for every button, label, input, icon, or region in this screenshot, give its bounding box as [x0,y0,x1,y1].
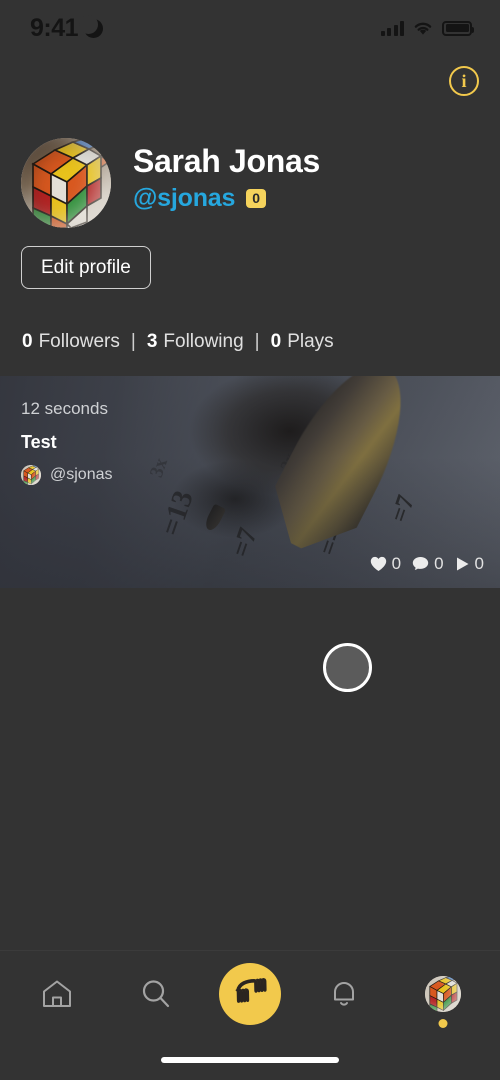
bottom-navigation [0,950,500,1036]
status-bar-left: 9:41 [30,13,104,42]
comment-count: 0 [434,554,444,573]
following-count: 3 [146,331,158,352]
author-avatar-rubiks-cube [21,465,41,485]
stat-followers[interactable]: 0 Followers [22,331,120,353]
profile-handle[interactable]: @sjonas [133,184,235,213]
plays-label: Plays [287,331,334,352]
info-circle-icon[interactable]: i [449,66,479,96]
post-author[interactable]: @sjonas [21,465,113,485]
play-count: 0 [474,554,484,573]
status-badge: 0 [246,189,266,209]
plays-count: 0 [270,331,282,352]
profile-stats: 0 Followers | 3 Following | 0 Plays [22,331,334,353]
followers-label: Followers [38,331,120,352]
user-avatar-rubiks-cube [21,138,111,228]
heart-icon [370,556,387,572]
cellular-signal-icon [380,20,404,36]
post-card[interactable]: =13 =7 =-10 =7 3x 2x 5x 12 seconds Test [0,376,500,588]
post-info: 12 seconds Test @sjonas [21,399,113,485]
nav-item-profile[interactable] [407,958,479,1030]
post-duration: 12 seconds [21,399,108,418]
comment-bubble-icon [412,556,429,572]
handle-row: @sjonas 0 [133,184,320,213]
like-metric[interactable]: 0 [370,554,401,574]
following-label: Following [163,331,244,352]
like-count: 0 [391,554,402,573]
stats-separator-1: | [130,331,136,352]
nav-item-notifications[interactable] [308,958,380,1030]
nav-item-home[interactable] [21,958,93,1030]
wifi-icon [412,20,434,36]
loading-spinner-circle [323,643,372,692]
followers-count: 0 [22,331,33,352]
play-triangle-icon [455,556,470,572]
profile-identity: Sarah Jonas @sjonas 0 [133,138,320,213]
comment-metric[interactable]: 0 [412,554,444,574]
play-metric[interactable]: 0 [455,554,484,574]
home-icon [40,977,74,1011]
post-title: Test [21,432,57,452]
info-icon-glyph: i [461,71,467,91]
home-indicator-bar[interactable] [161,1057,339,1063]
page-title: Sarah Jonas [133,143,321,179]
moon-icon [79,14,104,38]
avatar[interactable] [21,138,111,228]
create-button[interactable] [218,962,281,1025]
status-bar-right [380,20,474,36]
stats-separator-2: | [254,331,260,352]
status-bar-time: 9:41 [30,13,79,42]
app-screen: 9:41 i Sarah Jonas @sjonas 0 Edit profil… [0,0,500,1080]
post-author-handle: @sjonas [50,466,113,483]
search-icon [139,977,173,1011]
edit-profile-button[interactable]: Edit profile [21,246,151,289]
status-bar: 9:41 [0,0,500,56]
wave-logo-icon [231,974,269,1013]
battery-icon [442,20,474,36]
bell-icon [327,977,361,1011]
profile-avatar-icon [424,975,461,1012]
profile-header: Sarah Jonas @sjonas 0 [21,138,479,228]
stat-following[interactable]: 3 Following [147,331,244,353]
post-metrics: 0 0 0 [365,554,484,574]
active-tab-dot [438,1018,448,1028]
stat-plays[interactable]: 0 Plays [271,331,334,353]
nav-item-search[interactable] [120,958,192,1030]
